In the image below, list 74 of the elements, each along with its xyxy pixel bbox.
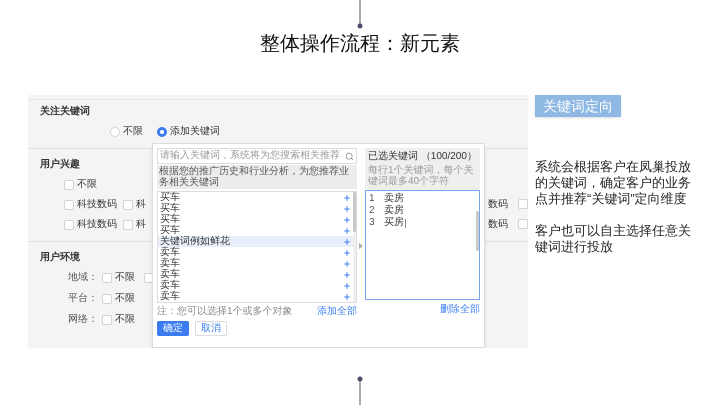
delete-all-link[interactable]: 删除全部	[440, 304, 480, 316]
checkbox[interactable]	[518, 219, 528, 229]
option-label: 不限	[115, 272, 135, 284]
field-label: 地域：	[68, 272, 98, 284]
suggestion-item[interactable]: 卖车	[158, 280, 353, 291]
checkbox[interactable]	[102, 273, 112, 283]
line-number: 1	[368, 193, 376, 205]
section-heading: 用户兴趣	[40, 159, 80, 171]
confirm-button[interactable]: 确定	[157, 321, 189, 336]
suggestion-item[interactable]: 卖车	[158, 247, 353, 258]
option-label: 科技数码	[77, 199, 117, 211]
plus-icon[interactable]	[343, 282, 351, 290]
suggestion-item[interactable]: 关键词例如鲜花	[158, 236, 353, 247]
line-number: 3	[368, 217, 376, 229]
option-label: 不限	[77, 179, 97, 191]
scrollbar[interactable]	[353, 192, 356, 232]
line-number: 2	[368, 205, 376, 217]
plus-icon[interactable]	[343, 238, 351, 246]
suggestion-item[interactable]: 卖车	[158, 258, 353, 269]
suggestion-item[interactable]: 买车	[158, 203, 353, 214]
keyword-editor[interactable]: 1 卖房 2 卖房 3 买房	[365, 190, 480, 300]
note-text: 注：您可以选择1个或多个对象	[157, 306, 293, 318]
suggestion-item[interactable]: 买车	[158, 214, 353, 225]
plus-icon[interactable]	[343, 292, 351, 300]
text-cursor	[405, 218, 406, 228]
radio-option[interactable]: 添加关键词	[157, 126, 220, 138]
section-heading: 用户环境	[40, 252, 80, 264]
option-label: 科	[136, 199, 146, 211]
connector-line	[358, 376, 362, 405]
keyword-line: 买房	[384, 217, 404, 229]
checkbox[interactable]	[64, 200, 74, 210]
section-heading: 关注关键词	[40, 106, 90, 118]
suggestion-item[interactable]: 卖车	[158, 269, 353, 280]
search-icon	[345, 152, 354, 160]
radio-option[interactable]: 不限	[110, 126, 143, 138]
hint-text: 每行1个关键词，每个关键词最多40个字符	[368, 165, 475, 187]
checkbox[interactable]	[123, 200, 133, 210]
plus-icon[interactable]	[343, 248, 351, 256]
checkbox[interactable]	[64, 220, 74, 230]
connector-line	[358, 0, 362, 28]
option-label: 数码	[488, 199, 508, 211]
slide-title: 整体操作流程：新元素	[260, 32, 460, 57]
keyword-line: 卖房	[384, 193, 404, 204]
plus-icon[interactable]	[343, 194, 351, 202]
plus-icon[interactable]	[343, 216, 351, 224]
keyword-line: 卖房	[384, 205, 404, 216]
field-label: 网络：	[68, 314, 98, 326]
option-label: 数码	[488, 219, 508, 231]
description-text: 系统会根据客户在凤巢投放的关键词，确定客户的业务点并推荐“关键词”定向维度	[535, 159, 692, 207]
field-label: 平台：	[68, 293, 98, 305]
option-label: 科技数码	[77, 219, 117, 231]
suggestion-item[interactable]: 卖车	[158, 291, 353, 302]
arrow-icon	[359, 242, 363, 248]
suggestion-item[interactable]: 买车	[158, 192, 353, 203]
plus-icon[interactable]	[343, 226, 351, 234]
option-label: 不限	[115, 314, 135, 326]
checkbox[interactable]	[123, 220, 133, 230]
tag-label: 关键词定向	[535, 95, 621, 117]
selected-title: 已选关键词 （100/200）	[368, 151, 477, 163]
scrollbar[interactable]	[476, 211, 479, 251]
cancel-button[interactable]: 取消	[195, 321, 227, 336]
description-text: 客户也可以自主选择任意关键词进行投放	[535, 223, 692, 255]
checkbox[interactable]	[102, 294, 112, 304]
checkbox[interactable]	[102, 315, 112, 325]
checkbox[interactable]	[64, 180, 74, 190]
option-label: 科	[136, 219, 146, 231]
plus-icon[interactable]	[343, 260, 351, 268]
suggestion-item[interactable]: 买车	[158, 225, 353, 236]
plus-icon[interactable]	[343, 270, 351, 278]
add-all-link[interactable]: 添加全部	[317, 306, 357, 318]
checkbox[interactable]	[518, 199, 528, 209]
hint-text: 根据您的推广历史和行业分析，为您推荐业务相关关键词	[157, 165, 357, 189]
option-label: 不限	[115, 293, 135, 305]
plus-icon[interactable]	[343, 204, 351, 212]
